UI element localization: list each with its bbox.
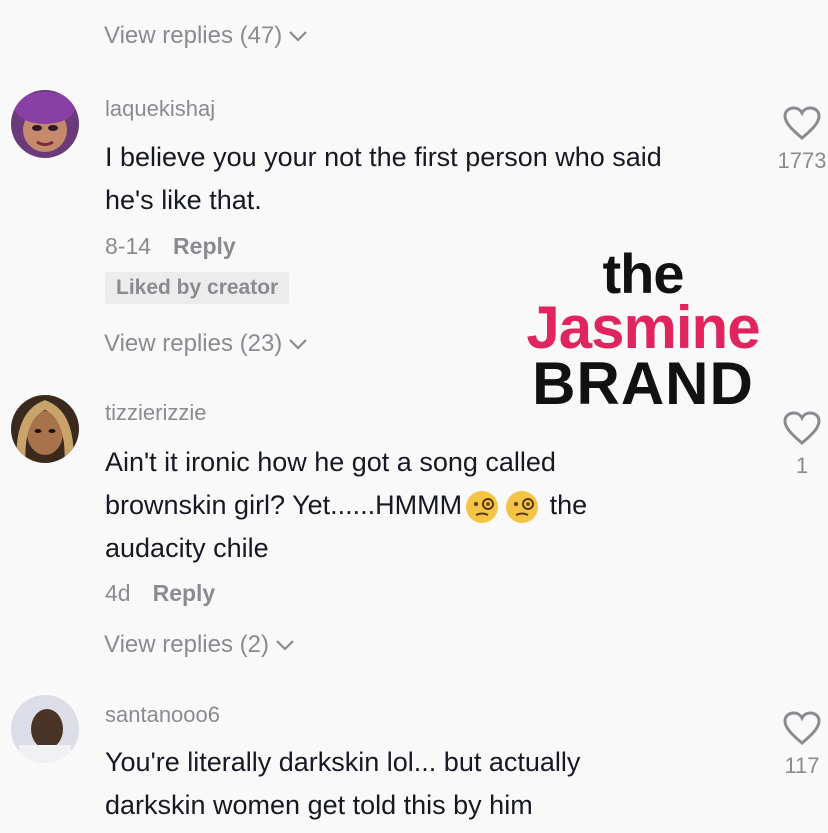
face-with-monocle-icon <box>466 490 499 523</box>
comment-username[interactable]: laquekishaj <box>105 96 215 122</box>
like-count: 1 <box>795 453 809 478</box>
comment-date: 8-14 <box>105 233 152 259</box>
view-replies-top[interactable]: View replies (47) <box>104 22 308 50</box>
heart-icon[interactable] <box>782 410 822 446</box>
avatar[interactable] <box>11 395 79 463</box>
liked-by-creator-badge: Liked by creator <box>105 272 290 304</box>
comment-text: Ain't it ironic how he got a song called… <box>105 441 665 570</box>
avatar[interactable] <box>11 695 79 763</box>
comment-text: You're literally darkskin lol... but act… <box>105 747 581 820</box>
avatar-image <box>11 90 79 158</box>
heart-icon[interactable] <box>782 710 822 746</box>
like-count: 1773 <box>777 148 827 173</box>
watermark-logo: the Jasmine BRAND <box>508 246 778 414</box>
heart-icon[interactable] <box>782 105 822 141</box>
like-area: 117 <box>772 710 828 779</box>
view-replies-label: View replies (2) <box>104 631 269 658</box>
reply-button[interactable]: Reply <box>173 233 236 260</box>
comment-username[interactable]: santanooo6 <box>105 702 220 728</box>
view-replies-label: View replies (47) <box>104 22 283 49</box>
comment-text: I believe you your not the first person … <box>105 142 662 215</box>
watermark-jasmine: Jasmine <box>526 294 760 361</box>
comment-meta: 8-14 Reply <box>105 233 236 260</box>
comment-username[interactable]: tizzierizzie <box>105 400 206 426</box>
view-replies-button[interactable]: View replies (23) <box>104 330 308 358</box>
view-replies-label: View replies (23) <box>104 330 283 357</box>
watermark-brand: BRAND <box>532 350 754 417</box>
comment-date: 4d <box>105 580 131 606</box>
view-replies-button[interactable]: View replies (2) <box>104 631 295 659</box>
comment-meta: 4d Reply <box>105 580 215 607</box>
like-count: 117 <box>784 753 820 778</box>
like-area: 1773 <box>772 105 828 174</box>
reply-button[interactable]: Reply <box>153 580 216 607</box>
face-with-monocle-icon <box>506 490 539 523</box>
avatar-image <box>11 695 79 763</box>
chevron-down-icon <box>289 339 308 350</box>
chevron-down-icon <box>276 640 294 651</box>
like-area: 1 <box>772 410 828 479</box>
avatar[interactable] <box>11 90 79 158</box>
avatar-image <box>11 395 79 463</box>
chevron-down-icon <box>289 31 308 42</box>
